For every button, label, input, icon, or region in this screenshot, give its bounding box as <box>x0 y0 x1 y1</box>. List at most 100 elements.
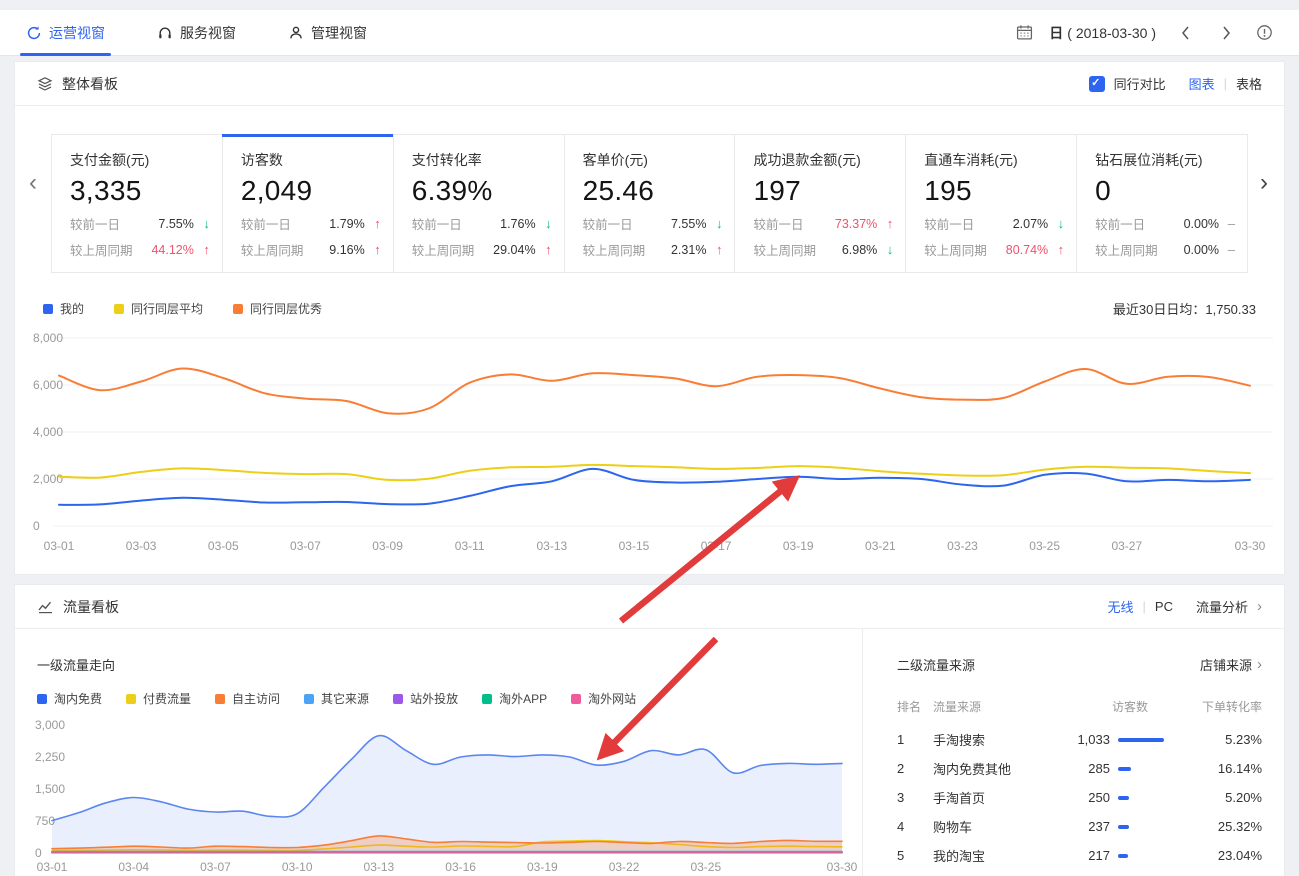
metric-card-6[interactable]: 直通车消耗(元)195较前一日2.07%↓较上周同期80.74%↑ <box>905 134 1077 273</box>
svg-text:03-27: 03-27 <box>1111 539 1142 553</box>
change-label: 较上周同期 <box>924 240 987 259</box>
legend-item: 站外投放 <box>393 690 458 707</box>
table-row: 4购物车23725.32% <box>897 812 1262 841</box>
tab-service-view[interactable]: 服务视窗 <box>157 10 236 56</box>
overview-header-controls: 同行对比 图表 | 表格 <box>1089 74 1262 93</box>
legend-swatch <box>233 304 243 314</box>
legend-label: 自主访问 <box>232 690 280 707</box>
metric-card-3[interactable]: 支付转化率6.39%较前一日1.76%↓较上周同期29.04%↑ <box>393 134 565 273</box>
down-arrow-icon: ↓ <box>536 216 552 231</box>
layers-icon <box>37 76 53 92</box>
svg-text:03-25: 03-25 <box>690 860 721 874</box>
legend-swatch <box>37 694 47 704</box>
cards-scroll-right-button[interactable]: › <box>1260 171 1268 195</box>
svg-text:03-22: 03-22 <box>609 860 640 874</box>
change-value: 80.74% <box>1006 243 1048 257</box>
date-prev-button[interactable] <box>1172 25 1198 41</box>
legend-label: 淘内免费 <box>54 690 102 707</box>
svg-text:03-15: 03-15 <box>619 539 650 553</box>
view-chart-toggle[interactable]: 图表 <box>1189 74 1215 93</box>
change-label: 较上周同期 <box>1095 240 1158 259</box>
legend-swatch <box>114 304 124 314</box>
row-conversion: 16.14% <box>1176 761 1262 776</box>
metric-change-row: 较上周同期29.04%↑ <box>412 240 564 259</box>
row-source: 手淘首页 <box>933 788 1054 807</box>
change-value: 1.79% <box>329 217 364 231</box>
row-rank: 3 <box>897 790 933 805</box>
metric-change-row: 较上周同期2.31%↑ <box>583 240 735 259</box>
svg-text:2,250: 2,250 <box>35 750 65 764</box>
change-label: 较前一日 <box>241 214 291 233</box>
col-source: 流量来源 <box>933 698 1054 715</box>
tab-operations-view[interactable]: 运营视窗 <box>26 10 105 56</box>
shop-sources-link[interactable]: 店铺来源 › <box>1200 655 1262 674</box>
headset-icon <box>157 25 173 41</box>
overview-panel: 整体看板 同行对比 图表 | 表格 ‹ 支付金额(元)3,335较前一日7.55… <box>14 61 1285 575</box>
table-row: 2淘内免费其他28516.14% <box>897 754 1262 783</box>
analytics-dashboard: { "ui": {"divider": "|"}, "topbar": { "t… <box>0 10 1299 876</box>
date-next-button[interactable] <box>1214 25 1240 41</box>
top-navigation-bar: 运营视窗 服务视窗 管理视窗 日 ( 2018-03-30 ) <box>0 10 1299 56</box>
change-value: 6.98% <box>842 243 877 257</box>
peer-compare-label: 同行对比 <box>1114 74 1166 93</box>
metric-change-row: 较前一日2.07%↓ <box>924 214 1076 233</box>
up-arrow-icon: ↑ <box>536 242 552 257</box>
metric-change-row: 较上周同期6.98%↓ <box>753 240 905 259</box>
svg-text:03-04: 03-04 <box>118 860 149 874</box>
cards-scroll-left-button[interactable]: ‹ <box>29 171 37 195</box>
metric-value: 2,049 <box>241 175 393 207</box>
traffic-analysis-link[interactable]: 流量分析 <box>1196 597 1248 616</box>
change-value: 7.55% <box>158 217 193 231</box>
tab-management-view[interactable]: 管理视窗 <box>288 10 367 56</box>
legend-label: 淘外APP <box>499 690 547 707</box>
visitors-bar <box>1118 854 1128 858</box>
metric-change-row: 较上周同期9.16%↑ <box>241 240 393 259</box>
metric-card-4[interactable]: 客单价(元)25.46较前一日7.55%↓较上周同期2.31%↑ <box>564 134 736 273</box>
table-row: 3手淘首页2505.20% <box>897 783 1262 812</box>
date-granularity: 日 <box>1049 23 1063 43</box>
metric-change-row: 较前一日73.37%↑ <box>753 214 905 233</box>
info-icon[interactable] <box>1256 24 1273 41</box>
tab-label: 管理视窗 <box>311 23 367 43</box>
metric-card-1[interactable]: 支付金额(元)3,335较前一日7.55%↓较上周同期44.12%↑ <box>51 134 223 273</box>
visitors-bar <box>1118 796 1129 800</box>
svg-text:03-19: 03-19 <box>527 860 558 874</box>
legend-swatch <box>126 694 136 704</box>
row-conversion: 23.04% <box>1176 848 1262 863</box>
svg-text:03-05: 03-05 <box>208 539 239 553</box>
calendar-icon[interactable] <box>1016 24 1033 41</box>
toggle-divider: | <box>1224 76 1227 91</box>
metric-name: 访客数 <box>241 150 393 170</box>
row-conversion: 5.20% <box>1176 790 1262 805</box>
row-conversion: 5.23% <box>1176 732 1262 747</box>
change-label: 较前一日 <box>753 214 803 233</box>
peer-compare-checkbox[interactable] <box>1089 76 1105 92</box>
down-arrow-icon: ↓ <box>1048 216 1064 231</box>
legend-item: 淘内免费 <box>37 690 102 707</box>
svg-text:03-30: 03-30 <box>827 860 858 874</box>
metric-card-2[interactable]: 访客数2,049较前一日1.79%↑较上周同期9.16%↑ <box>222 134 394 273</box>
change-value: 0.00% <box>1184 243 1219 257</box>
svg-text:03-30: 03-30 <box>1235 539 1266 553</box>
panel-title: 整体看板 <box>62 74 118 94</box>
metric-name: 支付转化率 <box>412 150 564 170</box>
table-row: 1手淘搜索1,0335.23% <box>897 725 1262 754</box>
up-arrow-icon: ↑ <box>1048 242 1064 257</box>
chevron-right-icon: › <box>1257 598 1262 615</box>
flat-dash-icon: – <box>1219 242 1235 257</box>
mode-wireless-toggle[interactable]: 无线 <box>1108 597 1134 616</box>
mode-pc-toggle[interactable]: PC <box>1155 599 1173 614</box>
change-label: 较前一日 <box>412 214 462 233</box>
svg-text:03-16: 03-16 <box>445 860 476 874</box>
svg-text:03-10: 03-10 <box>282 860 313 874</box>
visitors-bar <box>1118 738 1164 742</box>
change-label: 较上周同期 <box>753 240 816 259</box>
legend-label: 其它来源 <box>321 690 369 707</box>
date-selector[interactable]: 日 ( 2018-03-30 ) <box>1049 23 1156 43</box>
visitors-count: 237 <box>1054 819 1110 834</box>
metric-card-7[interactable]: 钻石展位消耗(元)0较前一日0.00%–较上周同期0.00%– <box>1076 134 1248 273</box>
svg-text:03-11: 03-11 <box>455 539 485 553</box>
metric-card-5[interactable]: 成功退款金额(元)197较前一日73.37%↑较上周同期6.98%↓ <box>734 134 906 273</box>
view-table-toggle[interactable]: 表格 <box>1236 74 1262 93</box>
visitors-bar <box>1118 825 1129 829</box>
